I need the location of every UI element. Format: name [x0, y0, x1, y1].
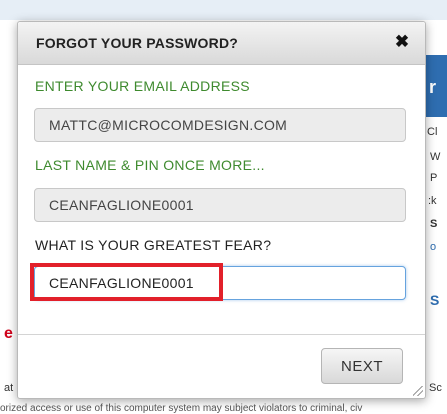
background-banner-text: r: [429, 77, 437, 97]
dialog-divider: [18, 334, 425, 335]
background-text: :k: [428, 195, 437, 207]
background-footer-disclaimer: orized access or use of this computer sy…: [0, 403, 363, 414]
security-answer-input[interactable]: CEANFAGLIONE0001: [34, 266, 406, 300]
next-button[interactable]: NEXT: [321, 348, 403, 384]
email-label: ENTER YOUR EMAIL ADDRESS: [35, 78, 250, 94]
forgot-password-dialog: FORGOT YOUR PASSWORD? ✖ ENTER YOUR EMAIL…: [17, 21, 426, 399]
background-text: P: [430, 172, 438, 184]
background-text: Cl: [427, 126, 438, 138]
security-question-label: WHAT IS YOUR GREATEST FEAR?: [35, 237, 272, 253]
close-icon[interactable]: ✖: [391, 31, 413, 53]
background-text: e: [4, 325, 13, 342]
background-header: [0, 0, 447, 20]
background-text: S: [430, 218, 438, 230]
dialog-title: FORGOT YOUR PASSWORD?: [36, 35, 239, 51]
background-text: W: [430, 151, 441, 163]
dialog-header: FORGOT YOUR PASSWORD? ✖: [18, 22, 425, 65]
resize-grip-icon[interactable]: [413, 386, 423, 396]
name-pin-field[interactable]: CEANFAGLIONE0001: [34, 188, 406, 222]
background-heading: S: [430, 292, 440, 308]
background-banner: r: [426, 55, 447, 117]
background-link[interactable]: o: [430, 241, 436, 253]
email-field[interactable]: MATTC@MICROCOMDESIGN.COM: [34, 108, 406, 142]
background-text: at: [4, 382, 14, 394]
background-text: Sc: [429, 382, 442, 394]
name-pin-label: LAST NAME & PIN ONCE MORE...: [35, 157, 265, 173]
